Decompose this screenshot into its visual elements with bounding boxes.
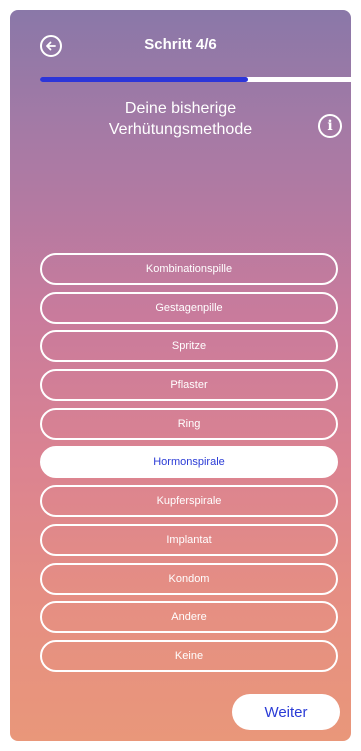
progress-fill bbox=[40, 77, 249, 82]
option-button[interactable]: Andere bbox=[40, 601, 338, 634]
option-button[interactable]: Kupferspirale bbox=[40, 485, 338, 518]
info-icon: i bbox=[327, 118, 333, 134]
onboarding-screen: Schritt 4/6 Deine bisherige Verhütungsme… bbox=[10, 10, 351, 741]
question-title: Deine bisherige Verhütungsmethode bbox=[70, 98, 291, 140]
question-line-1: Deine bisherige bbox=[124, 100, 237, 117]
options-list: Kombinationspille Gestagenpille Spritze Pfl… bbox=[40, 253, 338, 679]
step-title: Schritt 4/6 bbox=[144, 36, 217, 53]
option-button[interactable]: Implantat bbox=[40, 523, 338, 556]
next-button[interactable]: Weiter bbox=[232, 694, 340, 730]
option-button[interactable]: Hormonspirale bbox=[40, 446, 338, 479]
progress-bar bbox=[40, 77, 351, 82]
option-button[interactable]: Keine bbox=[40, 639, 338, 672]
option-button[interactable]: Gestagenpille bbox=[40, 291, 338, 324]
option-button[interactable]: Spritze bbox=[40, 330, 338, 363]
question-line-2: Verhütungsmethode bbox=[108, 121, 253, 138]
option-button[interactable]: Pflaster bbox=[40, 369, 338, 402]
info-button[interactable]: i bbox=[318, 114, 342, 138]
option-button[interactable]: Kombinationspille bbox=[40, 253, 338, 285]
option-button[interactable]: Ring bbox=[40, 407, 338, 440]
option-button[interactable]: Kondom bbox=[40, 562, 338, 595]
